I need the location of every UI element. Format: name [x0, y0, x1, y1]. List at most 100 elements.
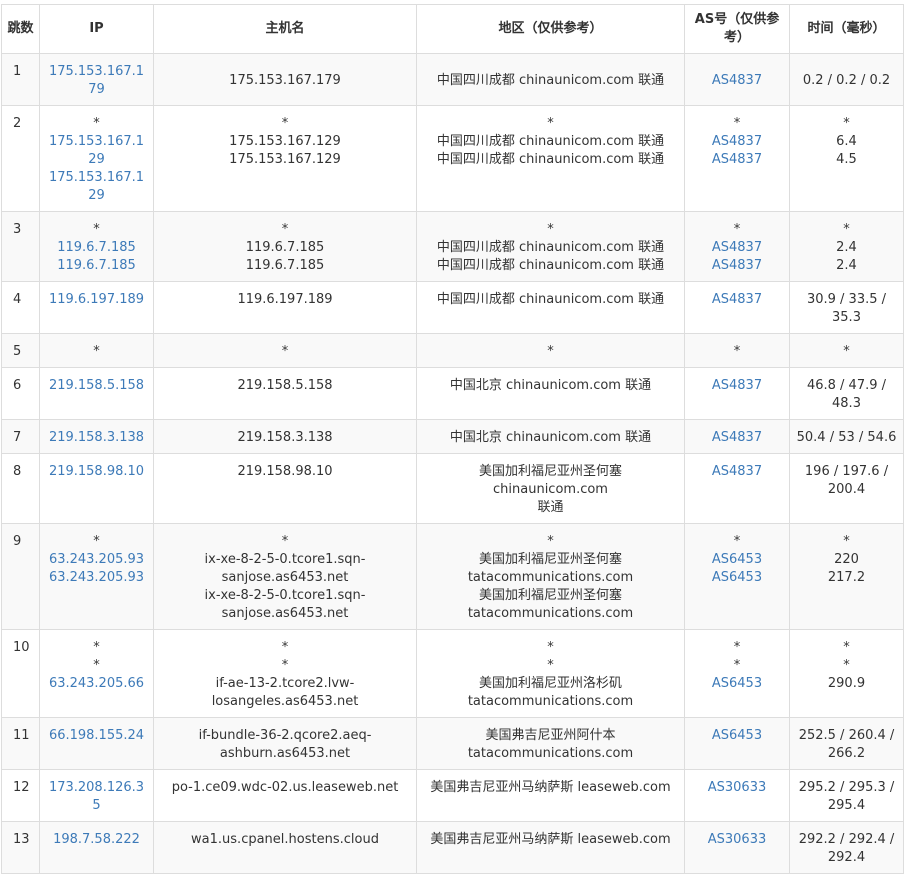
as-link[interactable]: AS4837: [691, 377, 783, 395]
hostname-cell: 175.153.167.179: [153, 53, 417, 106]
as-text: *: [733, 116, 741, 131]
table-row: 6 219.158.5.158 219.158.5.158 中国北京 chinauni…: [1, 367, 904, 420]
as-link[interactable]: AS6453: [691, 727, 783, 745]
as-link[interactable]: AS4837: [691, 257, 783, 275]
time-text: 290.9: [827, 676, 866, 691]
time-cell: 30.9 / 33.5 / 35.3: [789, 281, 904, 334]
time-cell: 252.5 / 260.4 / 266.2: [789, 717, 904, 770]
ip-link[interactable]: 119.6.7.185: [46, 257, 147, 275]
region-text: 美国加利福尼亚州圣何塞: [478, 552, 622, 567]
hostname-cell: 219.158.98.10: [153, 453, 417, 524]
as-text: *: [733, 640, 741, 655]
as-link[interactable]: AS30633: [691, 779, 783, 797]
host-text: if-ae-13-2.tcore2.lvw-: [215, 676, 355, 691]
as-link[interactable]: AS6453: [691, 551, 783, 569]
region-cell: * * 美国加利福尼亚州洛杉矶 tatacommunications.com: [416, 629, 685, 718]
region-cell: * 中国四川成都 chinaunicom.com 联通 中国四川成都 chinaun…: [416, 105, 685, 212]
host-text: *: [281, 344, 289, 359]
region-cell: * 美国加利福尼亚州圣何塞 tatacommunications.com 美国加利福尼…: [416, 523, 685, 630]
header-hostname: 主机名: [153, 4, 417, 54]
ip-link[interactable]: 63.243.205.66: [46, 675, 147, 693]
host-text: 175.153.167.179: [229, 73, 341, 88]
ip-link[interactable]: 175.153.167.179: [46, 63, 147, 99]
region-cell: 中国四川成都 chinaunicom.com 联通: [416, 281, 685, 334]
as-link[interactable]: AS30633: [691, 831, 783, 849]
hop-cell: 8: [1, 453, 40, 524]
hostname-cell: 219.158.5.158: [153, 367, 417, 420]
time-cell: 50.4 / 53 / 54.6: [789, 419, 904, 454]
ip-link[interactable]: 119.6.7.185: [46, 239, 147, 257]
region-text: 美国弗吉尼亚州马纳萨斯 leaseweb.com: [430, 780, 671, 795]
ip-link[interactable]: 63.243.205.93: [46, 551, 147, 569]
region-text: tatacommunications.com: [467, 606, 634, 621]
region-cell: 中国四川成都 chinaunicom.com 联通: [416, 53, 685, 106]
table-header: 跳数 IP 主机名 地区（仅供参考） AS号（仅供参考） 时间（毫秒）: [1, 4, 904, 54]
as-link[interactable]: AS4837: [691, 133, 783, 151]
table-row: 10 * * 63.243.205.66 * * if-ae-13-2.tcore2.lvw…: [1, 629, 904, 718]
hop-cell: 7: [1, 419, 40, 454]
ip-link[interactable]: 119.6.197.189: [46, 291, 147, 309]
host-text: sanjose.as6453.net: [221, 570, 349, 585]
region-text: tatacommunications.com: [467, 570, 634, 585]
host-text: 219.158.98.10: [237, 464, 333, 479]
time-cell: * 220 217.2: [789, 523, 904, 630]
hostname-cell: *: [153, 333, 417, 368]
time-text: 217.2: [827, 570, 866, 585]
ip-link[interactable]: 219.158.98.10: [46, 463, 147, 481]
host-text: ashburn.as6453.net: [219, 746, 351, 761]
hostname-cell: * * if-ae-13-2.tcore2.lvw-losangeles.as645…: [153, 629, 417, 718]
table-row: 7 219.158.3.138 219.158.3.138 中国北京 chinauni…: [1, 419, 904, 454]
time-text: *: [843, 344, 850, 359]
ip-cell: 219.158.3.138: [39, 419, 154, 454]
time-cell: *: [789, 333, 904, 368]
region-text: 美国弗吉尼亚州阿什本: [485, 728, 616, 743]
ip-link[interactable]: 175.153.167.129: [46, 169, 147, 205]
as-link[interactable]: AS4837: [691, 463, 783, 481]
time-text: 252.5 / 260.4 /: [798, 728, 895, 743]
time-cell: 292.2 / 292.4 / 292.4: [789, 821, 904, 874]
as-link[interactable]: AS6453: [691, 569, 783, 587]
ip-link[interactable]: 66.198.155.24: [46, 727, 147, 745]
region-cell: 美国弗吉尼亚州阿什本 tatacommunications.com: [416, 717, 685, 770]
ip-text: *: [93, 534, 100, 549]
as-text: *: [733, 534, 741, 549]
ip-link[interactable]: 175.153.167.129: [46, 133, 147, 169]
as-link[interactable]: AS4837: [691, 239, 783, 257]
ip-link[interactable]: 63.243.205.93: [46, 569, 147, 587]
as-link[interactable]: AS4837: [691, 429, 783, 447]
region-text: 美国加利福尼亚州洛杉矶: [478, 676, 622, 691]
time-text: 6.4: [836, 134, 857, 149]
as-cell: AS4837: [684, 53, 790, 106]
ip-link[interactable]: 198.7.58.222: [46, 831, 147, 849]
time-cell: 0.2 / 0.2 / 0.2: [789, 53, 904, 106]
ip-text: *: [93, 116, 100, 131]
table-row: 3 * 119.6.7.185 119.6.7.185 * 119.6.7.185 119.…: [1, 211, 904, 282]
time-text: 46.8 / 47.9 /: [806, 378, 887, 393]
ip-cell: * 175.153.167.129 175.153.167.129: [39, 105, 154, 212]
as-link[interactable]: AS4837: [691, 72, 783, 90]
region-text: 中国四川成都 chinaunicom.com 联通: [436, 258, 665, 273]
time-cell: 46.8 / 47.9 / 48.3: [789, 367, 904, 420]
as-link[interactable]: AS4837: [691, 291, 783, 309]
host-text: 219.158.3.138: [237, 430, 333, 445]
ip-cell: *: [39, 333, 154, 368]
time-text: 48.3: [832, 396, 861, 411]
as-cell: * AS6453 AS6453: [684, 523, 790, 630]
ip-link[interactable]: 219.158.3.138: [46, 429, 147, 447]
traceroute-table: 跳数 IP 主机名 地区（仅供参考） AS号（仅供参考） 时间（毫秒） 1 175…: [1, 4, 904, 874]
as-link[interactable]: AS4837: [691, 151, 783, 169]
host-text: ix-xe-8-2-5-0.tcore1.sqn-: [204, 552, 366, 567]
ip-link[interactable]: 219.158.5.158: [46, 377, 147, 395]
hop-cell: 9: [1, 523, 40, 630]
time-text: *: [843, 534, 850, 549]
as-link[interactable]: AS6453: [691, 675, 783, 693]
region-text: *: [547, 640, 554, 655]
as-cell: AS4837: [684, 453, 790, 524]
ip-text: *: [93, 658, 100, 673]
ip-text: *: [93, 344, 100, 359]
ip-link[interactable]: 173.208.126.35: [46, 779, 147, 815]
host-text: 175.153.167.129: [229, 152, 341, 167]
ip-cell: 66.198.155.24: [39, 717, 154, 770]
table-row: 8 219.158.98.10 219.158.98.10 美国加利福尼亚州圣何塞 c…: [1, 453, 904, 524]
hop-cell: 10: [1, 629, 40, 718]
